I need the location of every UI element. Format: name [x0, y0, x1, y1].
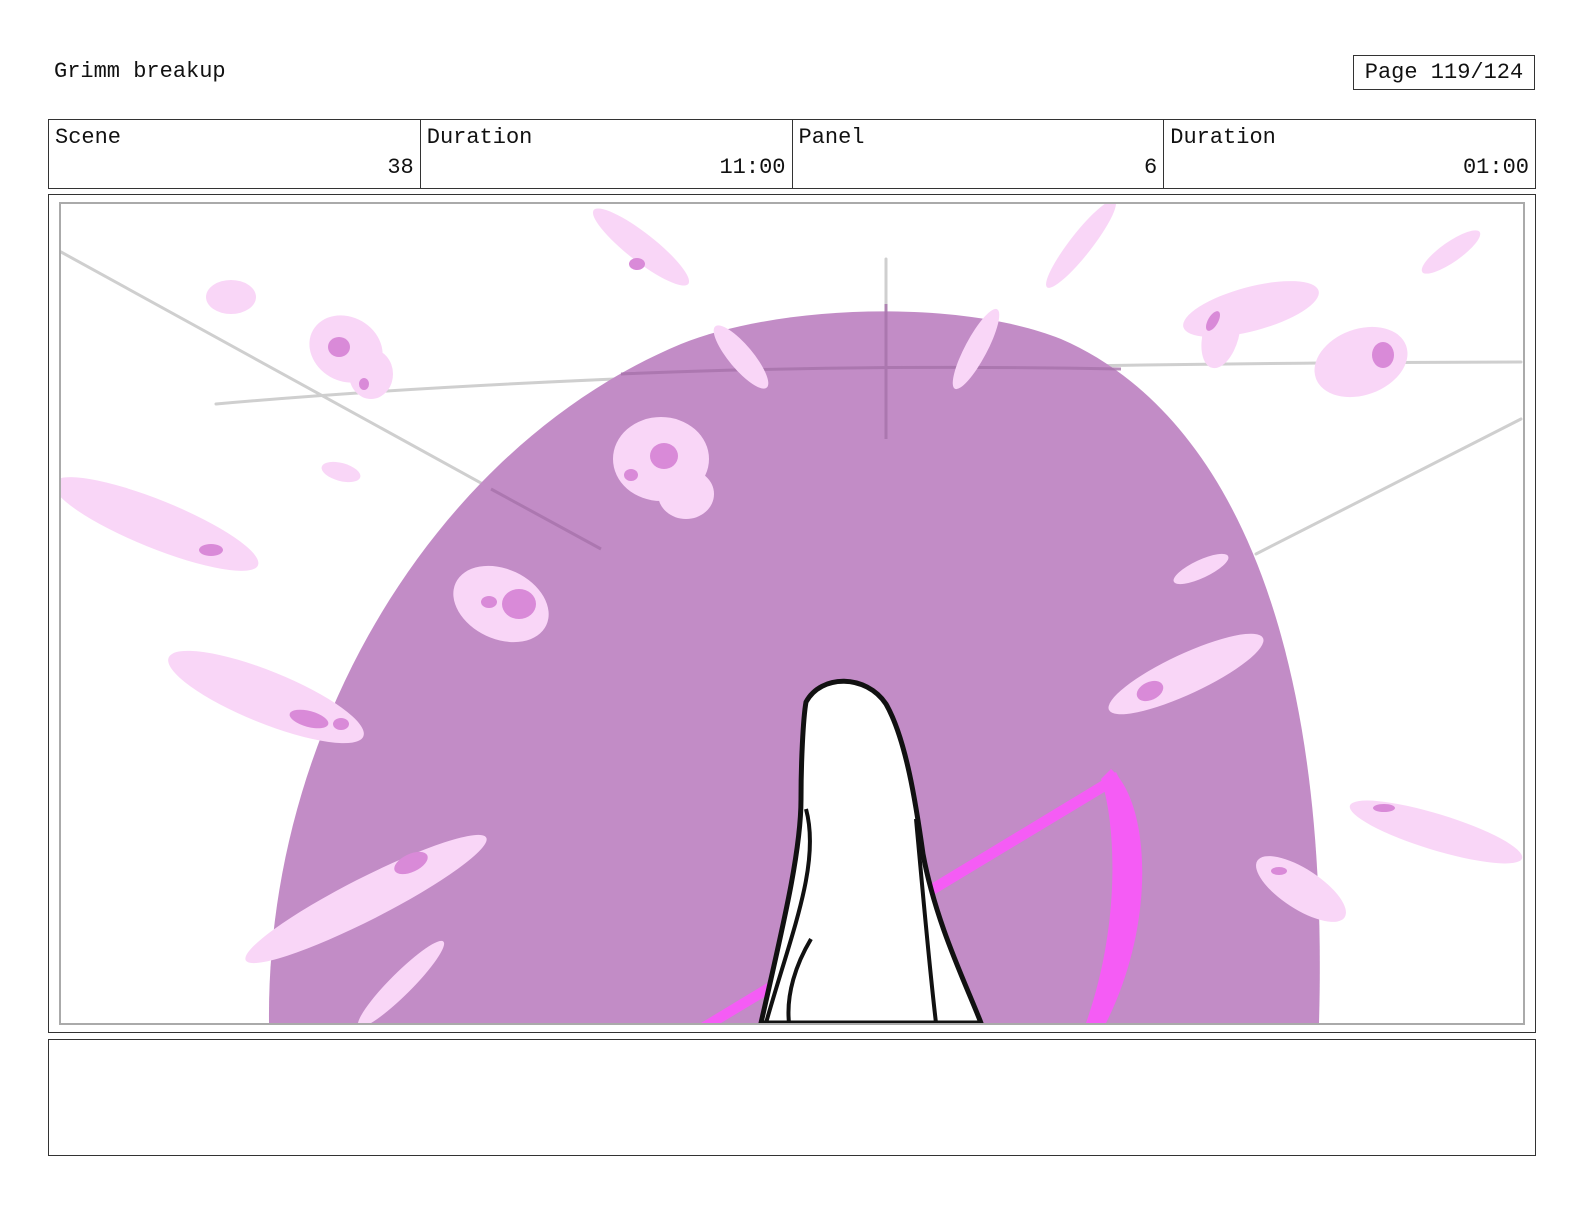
scene-value: 38 — [387, 155, 414, 180]
panel-label: Panel — [798, 125, 865, 150]
page-indicator: Page 119/124 — [1353, 55, 1535, 90]
scene-cell: Scene 38 — [49, 120, 421, 188]
info-bar: Scene 38 Duration 11:00 Panel 6 Duration… — [48, 119, 1536, 189]
scene-duration-cell: Duration 11:00 — [421, 120, 793, 188]
scene-label: Scene — [55, 125, 122, 150]
panel-duration-cell: Duration 01:00 — [1164, 120, 1535, 188]
panel-cell: Panel 6 — [793, 120, 1165, 188]
scene-duration-label: Duration — [426, 125, 533, 150]
storyboard-panel-image — [59, 202, 1525, 1025]
scene-duration-value: 11:00 — [719, 155, 786, 180]
notes-box — [48, 1039, 1536, 1156]
project-title: Grimm breakup — [54, 59, 226, 84]
panel-duration-label: Duration — [1170, 125, 1276, 150]
panel-duration-value: 01:00 — [1462, 155, 1529, 180]
panel-value: 6 — [1144, 155, 1158, 180]
